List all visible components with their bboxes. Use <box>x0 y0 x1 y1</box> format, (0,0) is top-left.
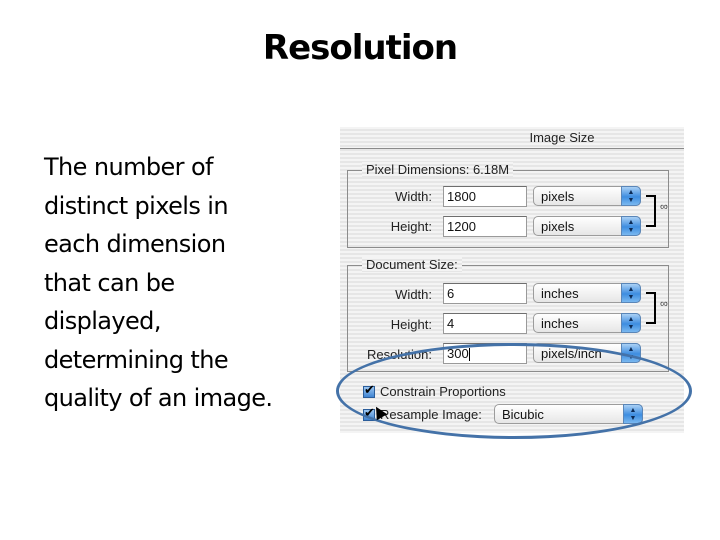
select-arrows-icon: ▲ ▼ <box>621 283 641 303</box>
highlight-ellipse <box>336 343 692 439</box>
select-arrows-icon: ▲ ▼ <box>621 186 641 206</box>
chain-link-icon: ∞ <box>660 298 668 310</box>
pixel-height-input[interactable]: 1200 <box>443 216 527 237</box>
select-arrows-icon: ▲ ▼ <box>621 313 641 333</box>
constrain-bracket <box>646 195 656 227</box>
body-line: determining the <box>44 345 229 374</box>
doc-width-label: Width: <box>395 287 432 302</box>
pixel-width-input[interactable]: 1800 <box>443 186 527 207</box>
body-line: The number of <box>44 153 214 181</box>
doc-height-label: Height: <box>390 317 432 332</box>
body-line: that can be <box>44 268 175 297</box>
slide-title: Resolution <box>262 28 458 68</box>
select-arrows-icon: ▲ ▼ <box>621 216 641 236</box>
doc-width-unit-select[interactable]: inches ▲ ▼ <box>533 283 641 303</box>
doc-height-input[interactable]: 4 <box>443 313 527 334</box>
doc-width-input[interactable]: 6 <box>443 283 527 304</box>
constrain-bracket <box>646 292 656 324</box>
pixel-dimensions-group: Pixel Dimensions: 6.18M Width: 1800 pixe… <box>347 162 669 248</box>
dialog-title: Image Size <box>340 127 684 149</box>
body-line: distinct pixels in <box>44 191 229 220</box>
body-line: quality of an image. <box>44 384 273 412</box>
slide-body-text: The number of distinct pixels in each di… <box>44 148 324 418</box>
pixel-dimensions-value: 6.18M <box>472 162 510 177</box>
chain-link-icon: ∞ <box>660 201 668 213</box>
body-line: displayed, <box>44 307 161 335</box>
pixel-dimensions-label: Pixel Dimensions: 6.18M <box>362 162 514 177</box>
document-size-label: Document Size: <box>362 257 462 272</box>
pixel-height-label: Height: <box>390 219 432 234</box>
doc-height-unit-select[interactable]: inches ▲ ▼ <box>533 313 641 333</box>
body-line: each dimension <box>44 230 226 258</box>
pixel-height-unit-select[interactable]: pixels ▲ ▼ <box>533 216 641 236</box>
pixel-width-unit-select[interactable]: pixels ▲ ▼ <box>533 186 641 206</box>
pixel-width-label: Width: <box>395 189 432 204</box>
